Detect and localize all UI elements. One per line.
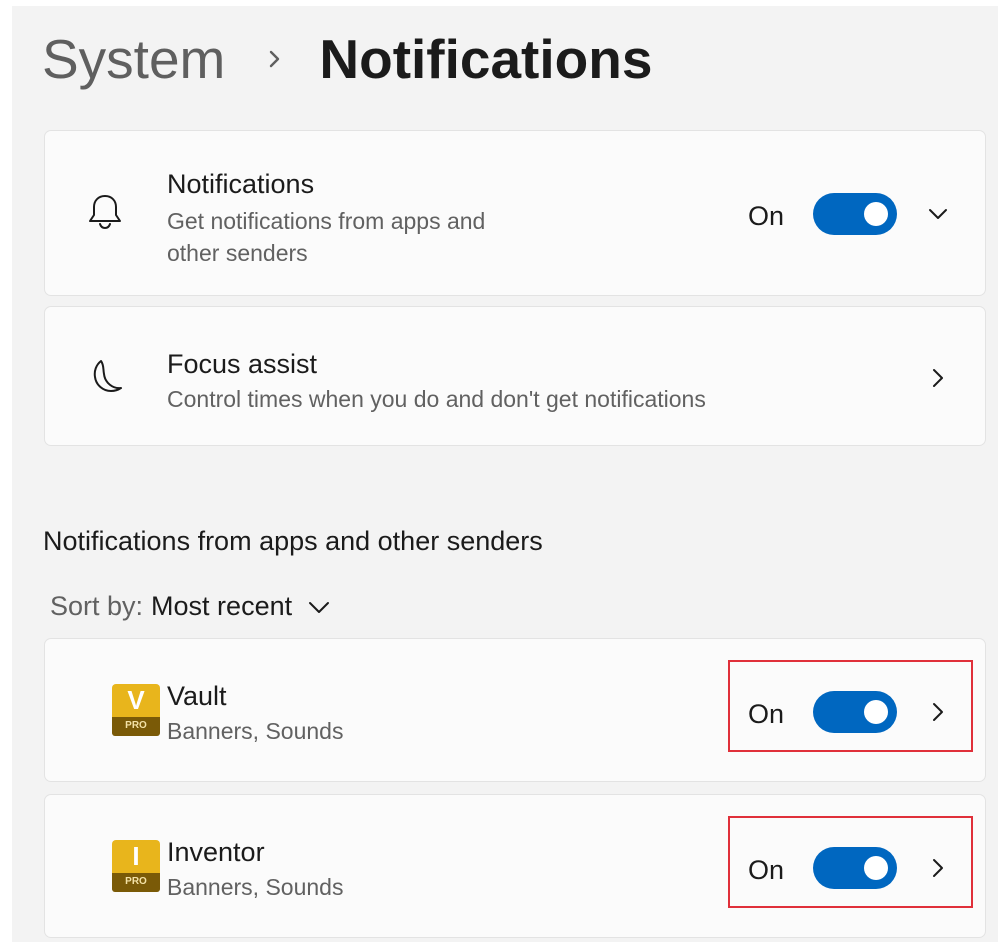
inventor-icon-badge: PRO — [125, 876, 147, 887]
breadcrumb-system-link[interactable]: System — [42, 27, 225, 91]
app-name: Inventor — [167, 837, 265, 867]
chevron-right-icon — [270, 50, 280, 68]
app-detail: Banners, Sounds — [167, 874, 344, 900]
sort-label: Sort by: — [50, 591, 144, 621]
vault-icon-letter: V — [127, 685, 145, 715]
inventor-icon-letter: I — [132, 841, 140, 871]
focus-assist-subtitle: Control times when you do and don't get … — [167, 386, 706, 412]
sort-dropdown[interactable]: Sort by: Most recent — [50, 591, 332, 622]
section-title: Notifications from apps and other sender… — [43, 526, 543, 556]
notifications-toggle[interactable] — [813, 193, 897, 235]
chevron-down-icon[interactable] — [306, 594, 332, 620]
toggle-knob — [864, 202, 888, 226]
highlight-box-inventor — [728, 816, 973, 908]
moon-icon — [83, 355, 127, 399]
app-detail: Banners, Sounds — [167, 718, 344, 744]
chevron-right-icon[interactable] — [927, 367, 949, 389]
breadcrumb: System Notifications — [42, 24, 652, 94]
vault-icon-badge: PRO — [125, 720, 147, 731]
notifications-subtitle-line1: Get notifications from apps and — [167, 208, 486, 234]
notifications-state-label: On — [748, 201, 785, 231]
focus-assist-title: Focus assist — [167, 349, 318, 379]
settings-page: System Notifications Notifications Get n… — [12, 6, 998, 942]
page-title: Notifications — [319, 28, 653, 90]
chevron-down-icon[interactable] — [927, 203, 949, 225]
bell-icon — [83, 189, 127, 233]
sort-value[interactable]: Most recent — [151, 591, 292, 622]
highlight-box-vault — [728, 660, 973, 752]
notifications-setting-card[interactable]: Notifications Get notifications from app… — [44, 130, 986, 296]
notifications-title: Notifications — [167, 169, 315, 199]
notifications-subtitle-line2: other senders — [167, 240, 308, 266]
app-name: Vault — [167, 681, 227, 711]
focus-assist-card[interactable]: Focus assist Control times when you do a… — [44, 306, 986, 446]
